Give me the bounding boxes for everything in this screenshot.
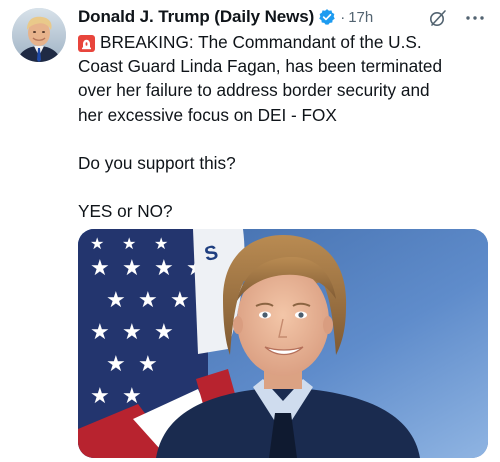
grok-icon[interactable] [426,6,450,30]
meta-separator: · [340,8,346,26]
verified-badge-icon[interactable] [318,8,336,26]
svg-text:★: ★ [122,256,142,281]
more-options-icon[interactable] [462,6,488,30]
svg-text:★: ★ [90,234,104,253]
profile-avatar[interactable] [12,8,66,62]
svg-text:★: ★ [90,384,110,409]
svg-text:★: ★ [90,256,110,281]
portrait-image: ★ ★ ★ ★ ★ ★ ★ ★ ★ ★ ★ ★ ★ ★ ★ ★ ★ ★ [78,229,488,458]
text-line-1: BREAKING: The Commandant of the U.S. [78,30,488,54]
tweet-text: BREAKING: The Commandant of the U.S. Coa… [78,30,488,224]
tweet: Donald J. Trump (Daily News) · 17h BREAK… [0,0,500,462]
svg-text:★: ★ [90,320,110,345]
svg-text:★: ★ [122,234,136,253]
svg-text:★: ★ [138,352,158,377]
police-siren-icon [78,35,95,52]
svg-text:★: ★ [138,288,158,313]
answer-prompt-text: YES or NO? [78,201,173,222]
text-line-4: her excessive focus on DEI - FOX [78,104,337,125]
text-line-2: Coast Guard Linda Fagan, has been termin… [78,56,443,77]
svg-text:★: ★ [170,288,190,313]
timestamp[interactable]: 17h [348,9,373,26]
tweet-header: Donald J. Trump (Daily News) · 17h [78,6,488,28]
svg-text:★: ★ [154,234,168,253]
question-text: Do you support this? [78,153,236,173]
text-line-3: over her failure to address border secur… [78,80,430,101]
svg-text:★: ★ [122,320,142,345]
svg-text:★: ★ [106,352,126,377]
tweet-photo[interactable]: ★ ★ ★ ★ ★ ★ ★ ★ ★ ★ ★ ★ ★ ★ ★ ★ ★ ★ [78,229,488,458]
svg-text:★: ★ [106,288,126,313]
text-line-1-content: BREAKING: The Commandant of the U.S. [100,32,422,52]
author-name[interactable]: Donald J. Trump (Daily News) [78,7,314,27]
svg-text:★: ★ [154,320,174,345]
avatar-image [12,8,66,62]
svg-text:★: ★ [154,256,174,281]
